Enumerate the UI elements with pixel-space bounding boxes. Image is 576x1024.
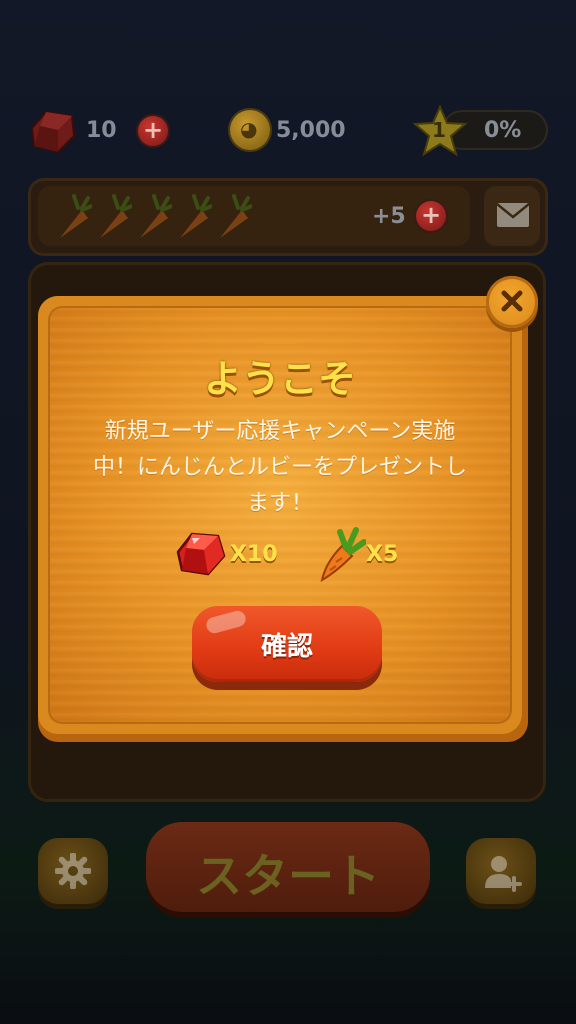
dialog-message: 新規ユーザー応援キャンペーン実施中！にんじんとルビーをプレゼントします！	[92, 419, 467, 516]
star-level-counter: 1	[412, 104, 552, 158]
ruby-icon	[30, 110, 76, 154]
dialog-wood-panel: ようこそ 新規ユーザー応援キャンペーン実施中！にんじんとルビーをプレゼントします…	[48, 306, 512, 724]
star-level: 1	[432, 118, 446, 142]
rabbit-coin-icon: ◕	[230, 110, 270, 150]
carrot-icon	[60, 194, 92, 238]
carrot-energy-panel: +5 +	[28, 178, 548, 256]
game-lobby-screen: 10 + ◕ 5,000 1 0% +5 + スタート ようこそ 新規ユーザー応…	[0, 0, 576, 1024]
carrot-icon	[140, 194, 172, 238]
start-button[interactable]: スタート	[146, 822, 430, 912]
progress-percent: 0%	[484, 118, 522, 143]
start-button-label: スタート	[196, 849, 380, 903]
add-carrot-button[interactable]: +	[416, 201, 446, 231]
carrot-reward-quantity: X5	[366, 542, 399, 567]
ruby-reward-quantity: X10	[230, 542, 278, 567]
dialog-title: ようこそ	[203, 357, 356, 401]
carrot-icon	[100, 194, 132, 238]
carrot-bonus-text: +5	[372, 204, 406, 229]
close-icon	[501, 290, 523, 312]
carrot-track: +5 +	[38, 186, 470, 246]
add-friend-button[interactable]	[466, 838, 536, 904]
welcome-dialog: ようこそ 新規ユーザー応援キャンペーン実施中！にんじんとルビーをプレゼントします…	[38, 296, 522, 734]
coin-counter: ◕ 5,000	[230, 106, 380, 156]
close-dialog-button[interactable]	[486, 276, 538, 328]
mailbox-button[interactable]	[484, 186, 540, 246]
confirm-button[interactable]: 確認	[192, 606, 382, 682]
add-ruby-button[interactable]: +	[138, 116, 168, 146]
settings-button[interactable]	[38, 838, 108, 904]
gear-icon	[55, 853, 91, 889]
add-friend-icon	[485, 856, 522, 892]
confirm-button-label: 確認	[260, 632, 313, 662]
coin-count: 5,000	[276, 118, 346, 143]
ruby-icon	[176, 532, 226, 576]
ruby-counter: 10 +	[24, 106, 184, 156]
carrot-icon	[180, 194, 212, 238]
carrot-icon	[320, 527, 366, 582]
envelope-icon	[496, 203, 530, 227]
status-bar: 10 + ◕ 5,000 1 0%	[0, 100, 576, 164]
ruby-count: 10	[86, 118, 117, 143]
carrot-icon	[220, 194, 252, 238]
